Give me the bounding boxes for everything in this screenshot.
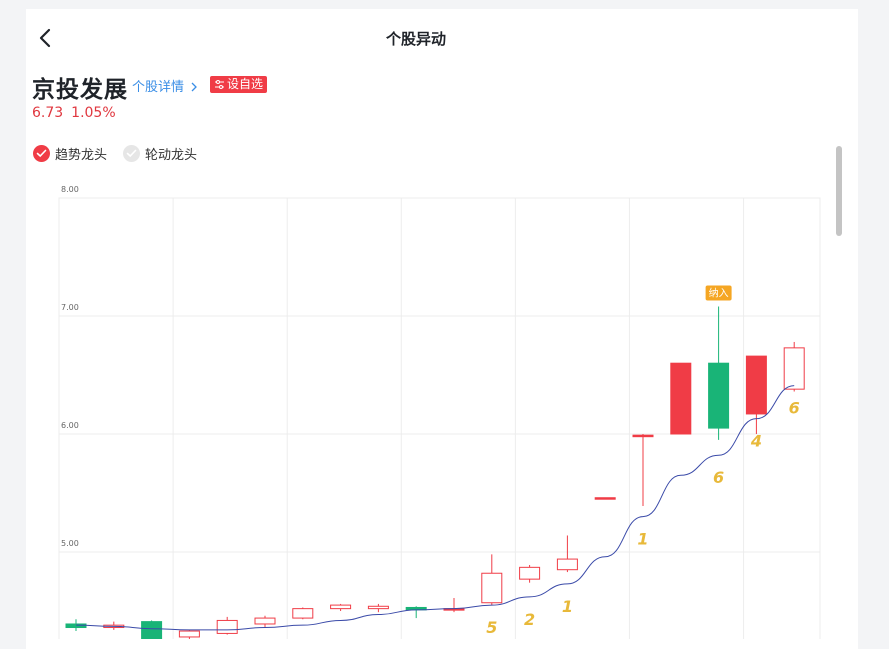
candle-body bbox=[708, 362, 730, 429]
tag-badge-label: 纳入 bbox=[709, 287, 729, 300]
candle-body bbox=[65, 623, 87, 629]
scrollbar[interactable] bbox=[836, 146, 842, 236]
candle-body bbox=[178, 630, 200, 638]
candle-body bbox=[216, 619, 238, 634]
rank-label: 1 bbox=[562, 597, 573, 616]
rank-label: 5 bbox=[486, 618, 497, 637]
candle-body bbox=[292, 608, 314, 619]
candle-body bbox=[481, 572, 503, 604]
candle-body bbox=[254, 617, 276, 625]
rank-label: 6 bbox=[713, 468, 724, 487]
y-tick-label: 7.00 bbox=[61, 303, 79, 312]
y-tick-label: 5.00 bbox=[61, 539, 79, 548]
candlestick-chart: 8.00 7.00 6.00 5.00 5 2 1 1 6 4 6 纳入 bbox=[58, 185, 821, 639]
candle-body bbox=[783, 347, 805, 390]
candle-body bbox=[745, 355, 767, 415]
y-tick-label: 8.00 bbox=[61, 185, 79, 194]
candle-body bbox=[330, 604, 352, 610]
rank-label: 4 bbox=[750, 432, 762, 451]
candle-body bbox=[632, 434, 654, 438]
candle-body bbox=[594, 497, 616, 500]
rank-label: 6 bbox=[789, 399, 800, 418]
candle-body bbox=[519, 566, 541, 580]
rank-label: 2 bbox=[524, 610, 535, 629]
candle-body bbox=[141, 621, 163, 639]
candle-body bbox=[670, 362, 692, 435]
candle-body bbox=[556, 558, 578, 571]
y-tick-label: 6.00 bbox=[61, 421, 79, 430]
candle-body bbox=[367, 605, 389, 610]
rank-label: 1 bbox=[637, 530, 648, 549]
